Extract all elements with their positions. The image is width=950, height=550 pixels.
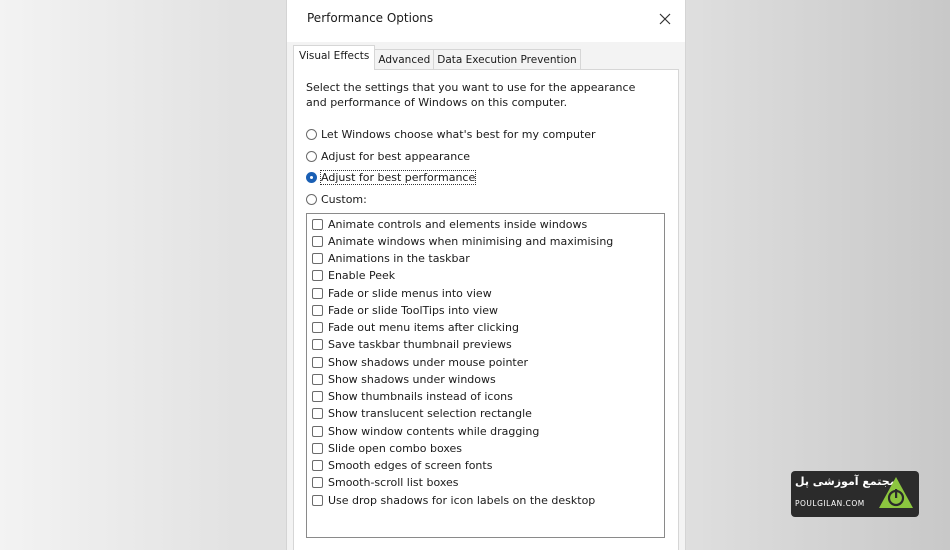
list-item[interactable]: Smooth-scroll list boxes [312, 474, 459, 490]
radio-best-performance[interactable]: Adjust for best performance [306, 169, 477, 185]
radio-label: Let Windows choose what's best for my co… [321, 127, 596, 141]
checkbox[interactable] [312, 442, 323, 454]
radio-circle[interactable] [306, 150, 317, 162]
checkbox-label: Fade out menu items after clicking [328, 320, 519, 334]
list-item[interactable]: Fade or slide menus into view [312, 285, 492, 301]
power-icon [879, 477, 913, 508]
checkbox-label: Animate controls and elements inside win… [328, 217, 588, 231]
list-item[interactable]: Animations in the taskbar [312, 250, 470, 266]
checkbox[interactable] [312, 373, 323, 385]
checkbox[interactable] [312, 476, 323, 488]
tab-strip: Visual Effects Advanced Data Execution P… [293, 45, 581, 70]
checkbox-label: Show shadows under windows [328, 372, 496, 386]
radio-label: Adjust for best appearance [321, 149, 471, 163]
list-item[interactable]: Fade out menu items after clicking [312, 319, 519, 335]
radio-label: Adjust for best performance [319, 169, 477, 185]
close-button[interactable] [649, 4, 681, 34]
checkbox[interactable] [312, 390, 323, 402]
checkbox-label: Show thumbnails instead of icons [328, 389, 513, 403]
checkbox[interactable] [312, 407, 323, 419]
visual-effects-panel: Select the settings that you want to use… [293, 69, 679, 550]
list-item[interactable]: Fade or slide ToolTips into view [312, 302, 498, 318]
effects-list[interactable]: Animate controls and elements inside win… [306, 213, 665, 538]
checkbox-label: Use drop shadows for icon labels on the … [328, 493, 596, 507]
window-title: Performance Options [307, 11, 434, 25]
checkbox[interactable] [312, 425, 323, 437]
list-item[interactable]: Show translucent selection rectangle [312, 405, 532, 421]
checkbox-label: Fade or slide menus into view [328, 286, 492, 300]
list-item[interactable]: Animate windows when minimising and maxi… [312, 233, 613, 249]
checkbox[interactable] [312, 252, 323, 264]
close-icon [659, 13, 671, 25]
checkbox[interactable] [312, 494, 323, 506]
checkbox[interactable] [312, 459, 323, 471]
checkbox-label: Slide open combo boxes [328, 441, 463, 455]
watermark-badge: مجتمع آموزشی پل POULGILAN.COM [791, 471, 919, 517]
watermark-url: POULGILAN.COM [795, 499, 865, 508]
checkbox-label: Enable Peek [328, 268, 396, 282]
tab-data-execution-prevention[interactable]: Data Execution Prevention [433, 49, 581, 70]
checkbox[interactable] [312, 356, 323, 368]
title-bar: Performance Options [287, 0, 685, 42]
list-item[interactable]: Smooth edges of screen fonts [312, 457, 492, 473]
checkbox[interactable] [312, 218, 323, 230]
checkbox-label: Show translucent selection rectangle [328, 406, 532, 420]
checkbox[interactable] [312, 304, 323, 316]
checkbox[interactable] [312, 235, 323, 247]
radio-let-windows-choose[interactable]: Let Windows choose what's best for my co… [306, 126, 596, 142]
checkbox-label: Show window contents while dragging [328, 424, 540, 438]
checkbox[interactable] [312, 338, 323, 350]
checkbox-label: Smooth-scroll list boxes [328, 475, 459, 489]
list-item[interactable]: Show shadows under windows [312, 371, 496, 387]
radio-label: Custom: [321, 192, 367, 206]
checkbox[interactable] [312, 321, 323, 333]
list-item[interactable]: Save taskbar thumbnail previews [312, 336, 512, 352]
tab-visual-effects[interactable]: Visual Effects [293, 45, 376, 70]
list-item[interactable]: Enable Peek [312, 267, 395, 283]
description-text: Select the settings that you want to use… [306, 81, 636, 109]
checkbox-label: Animations in the taskbar [328, 251, 470, 265]
checkbox[interactable] [312, 287, 323, 299]
radio-custom[interactable]: Custom: [306, 191, 367, 207]
list-item[interactable]: Show thumbnails instead of icons [312, 388, 513, 404]
checkbox-label: Fade or slide ToolTips into view [328, 303, 499, 317]
list-item[interactable]: Show shadows under mouse pointer [312, 354, 528, 370]
radio-circle-selected[interactable] [306, 171, 317, 183]
checkbox-label: Animate windows when minimising and maxi… [328, 234, 614, 248]
list-item[interactable]: Slide open combo boxes [312, 440, 462, 456]
list-item[interactable]: Use drop shadows for icon labels on the … [312, 492, 595, 508]
performance-options-dialog: Performance Options Visual Effects Advan… [286, 0, 686, 550]
radio-best-appearance[interactable]: Adjust for best appearance [306, 148, 470, 164]
radio-circle[interactable] [306, 128, 317, 140]
checkbox-label: Show shadows under mouse pointer [328, 355, 529, 369]
checkbox[interactable] [312, 269, 323, 281]
radio-circle[interactable] [306, 193, 317, 205]
list-item[interactable]: Show window contents while dragging [312, 423, 539, 439]
tab-advanced[interactable]: Advanced [374, 49, 435, 70]
list-item[interactable]: Animate controls and elements inside win… [312, 216, 587, 232]
checkbox-label: Save taskbar thumbnail previews [328, 337, 512, 351]
checkbox-label: Smooth edges of screen fonts [328, 458, 493, 472]
